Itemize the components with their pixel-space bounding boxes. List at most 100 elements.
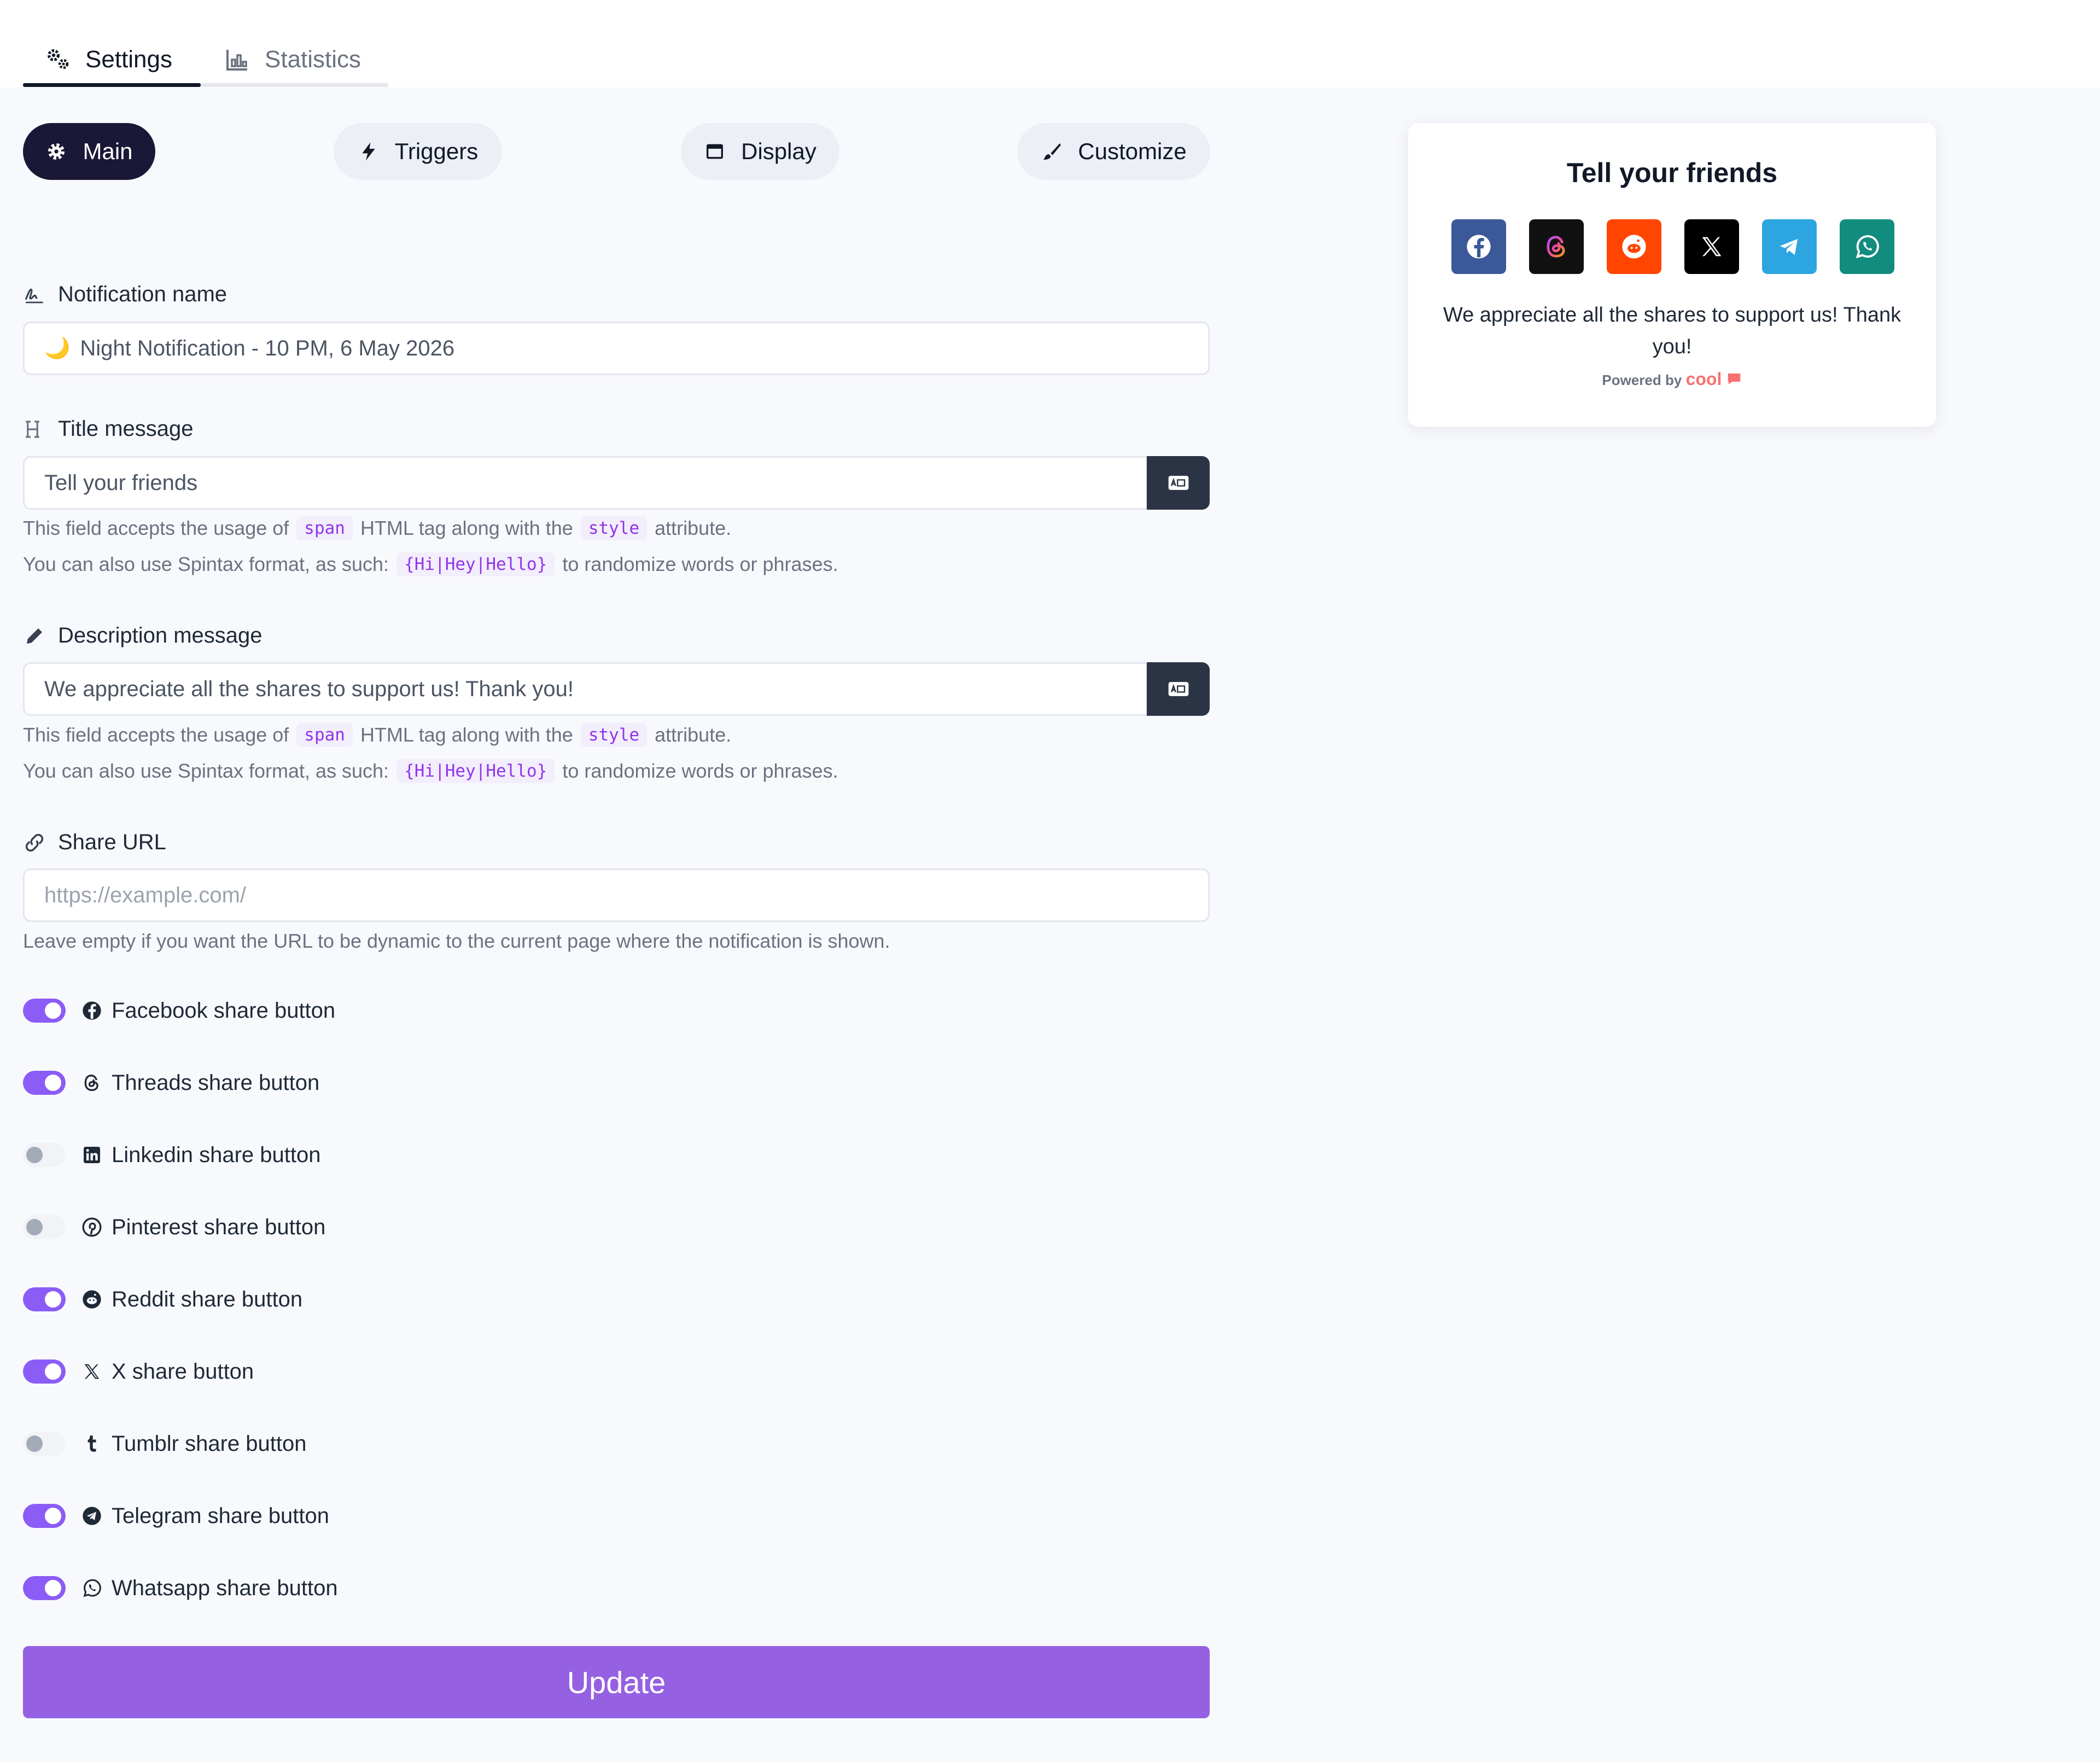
share-url-placeholder: https://example.com/ [44, 883, 247, 907]
code-span: span [296, 516, 353, 540]
share-url-input[interactable]: https://example.com/ [23, 868, 1210, 922]
preview-title: Tell your friends [1566, 157, 1778, 188]
toggle-row-x: X share button [23, 1355, 254, 1388]
top-tab-bar: Settings Statistics [0, 0, 2100, 87]
help-text: Leave empty if you want the URL to be dy… [23, 930, 890, 952]
facebook-icon [83, 1001, 101, 1020]
pill-triggers-label: Triggers [394, 138, 479, 164]
window-icon [707, 144, 724, 159]
preview-threads-button[interactable] [1529, 219, 1584, 274]
help-text: attribute. [655, 517, 732, 539]
description-help-line-2: You can also use Spintax format, as such… [23, 759, 838, 783]
x-icon [1702, 237, 1722, 256]
help-text: to randomize words or phrases. [562, 553, 838, 575]
notification-name-input[interactable]: 🌙 Night Notification - 10 PM, 6 May 2026 [23, 322, 1210, 375]
notification-preview-card: Tell your friends We appreciate all the … [1408, 123, 1936, 427]
linkedin-icon [84, 1147, 100, 1163]
threads-icon [1547, 236, 1565, 258]
telegram-icon [1780, 238, 1798, 255]
preview-whatsapp-button[interactable] [1840, 219, 1894, 274]
code-style: style [580, 516, 648, 540]
pinterest-share-toggle[interactable] [23, 1215, 66, 1239]
title-message-insert-button[interactable] [1147, 456, 1210, 510]
cog-icon [48, 143, 65, 160]
toggle-row-threads: Threads share button [23, 1066, 319, 1099]
preview-facebook-button[interactable] [1451, 219, 1506, 274]
help-text: to randomize words or phrases. [562, 760, 838, 782]
toggle-label: Whatsapp share button [112, 1576, 338, 1600]
x-share-toggle[interactable] [23, 1360, 66, 1384]
code-spintax: {Hi|Hey|Hello} [396, 552, 555, 576]
facebook-share-toggle[interactable] [23, 999, 66, 1023]
pencil-icon [27, 628, 42, 644]
help-text: This field accepts the usage of [23, 517, 289, 539]
toggle-label: Threads share button [112, 1070, 320, 1095]
toggle-row-telegram: Telegram share button [23, 1500, 329, 1532]
description-message-insert-button[interactable] [1147, 662, 1210, 716]
toggle-row-pinterest: Pinterest share button [23, 1211, 325, 1244]
link-icon [25, 833, 44, 851]
pill-main-label: Main [83, 138, 133, 164]
threads-share-toggle[interactable] [23, 1071, 66, 1095]
preview-x-button[interactable] [1684, 219, 1739, 274]
reddit-icon [1622, 235, 1646, 259]
tab-settings[interactable]: Settings [45, 33, 172, 86]
notification-name-label: Notification name [23, 282, 227, 307]
brand-logo: cool [1685, 369, 1722, 389]
tab-statistics-label: Statistics [265, 46, 361, 73]
toggle-row-linkedin: Linkedin share button [23, 1139, 321, 1171]
telegram-icon [83, 1507, 101, 1525]
facebook-icon [1467, 235, 1491, 259]
toggle-row-reddit: Reddit share button [23, 1283, 302, 1316]
pill-customize[interactable]: Customize [1017, 123, 1210, 180]
moon-icon: 🌙 [44, 337, 71, 360]
preview-reddit-button[interactable] [1607, 219, 1661, 274]
pill-display-label: Display [741, 138, 816, 164]
telegram-share-toggle[interactable] [23, 1504, 66, 1528]
paintbrush-icon [1043, 143, 1061, 160]
keyboard-icon [1168, 682, 1188, 696]
share-url-label: Share URL [23, 830, 166, 855]
toggle-label: X share button [112, 1359, 254, 1384]
share-url-help: Leave empty if you want the URL to be dy… [23, 930, 890, 953]
toggle-row-whatsapp: Whatsapp share button [23, 1572, 338, 1605]
tab-statistics[interactable]: Statistics [224, 33, 361, 86]
toggle-label: Linkedin share button [112, 1142, 321, 1167]
linkedin-share-toggle[interactable] [23, 1143, 66, 1167]
powered-by[interactable]: Powered by cool [1408, 369, 1936, 389]
toggle-label: Telegram share button [112, 1503, 330, 1528]
update-button[interactable]: Update [23, 1646, 1210, 1718]
title-message-label-text: Title message [58, 417, 194, 441]
preview-telegram-button[interactable] [1762, 219, 1817, 274]
pill-main[interactable]: Main [23, 123, 155, 180]
pill-display[interactable]: Display [681, 123, 839, 180]
toggle-label: Reddit share button [112, 1287, 303, 1311]
help-text: HTML tag along with the [360, 724, 573, 746]
help-text: You can also use Spintax format, as such… [23, 553, 389, 575]
title-help-line-2: You can also use Spintax format, as such… [23, 552, 838, 576]
code-span: span [296, 723, 353, 747]
title-message-label: Title message [23, 417, 194, 441]
active-tab-indicator [23, 83, 201, 87]
tumblr-share-toggle[interactable] [23, 1432, 66, 1456]
gears-icon [48, 49, 69, 69]
description-message-value: We appreciate all the shares to support … [44, 676, 574, 701]
bolt-icon [362, 142, 375, 161]
share-url-label-text: Share URL [58, 830, 166, 854]
bar-chart-icon [226, 50, 247, 71]
pill-customize-label: Customize [1078, 138, 1187, 164]
whatsapp-share-toggle[interactable] [23, 1576, 66, 1600]
code-spintax: {Hi|Hey|Hello} [396, 759, 555, 783]
whatsapp-icon [83, 1579, 101, 1597]
reddit-share-toggle[interactable] [23, 1287, 66, 1311]
description-help-line-1: This field accepts the usage of span HTM… [23, 723, 731, 747]
tab-divider [201, 83, 388, 87]
description-message-input[interactable]: We appreciate all the shares to support … [23, 662, 1147, 716]
title-message-input[interactable]: Tell your friends [23, 456, 1147, 510]
description-message-label: Description message [23, 623, 262, 648]
toggle-row-facebook: Facebook share button [23, 994, 335, 1027]
reddit-icon [83, 1290, 101, 1309]
toggle-label: Pinterest share button [112, 1215, 326, 1239]
pill-triggers[interactable]: Triggers [334, 123, 502, 180]
help-text: attribute. [655, 724, 732, 746]
